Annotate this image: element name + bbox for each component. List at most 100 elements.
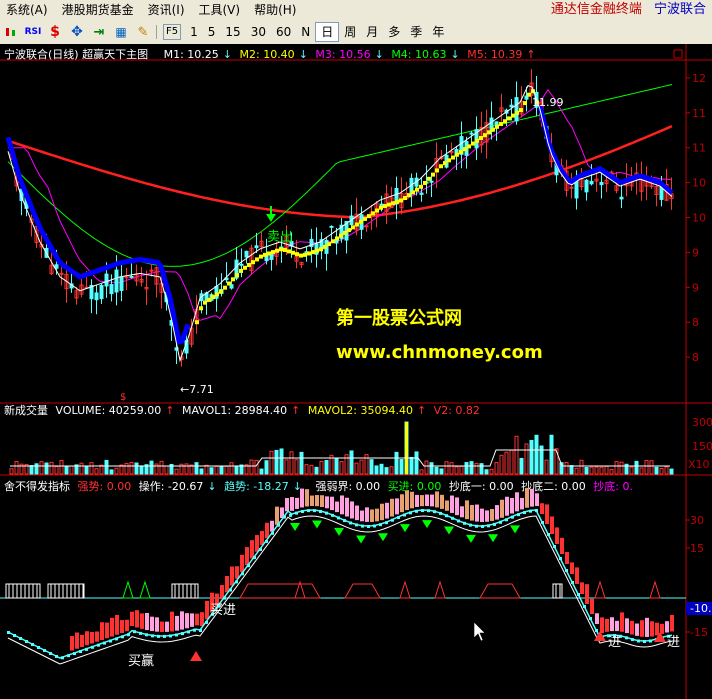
menu-hk-futures[interactable]: 港股期货基金 bbox=[56, 0, 142, 20]
trend-curve-dot bbox=[553, 545, 556, 548]
volume-bar bbox=[409, 456, 414, 475]
indicator-bar bbox=[575, 567, 579, 584]
trend-curve-dot bbox=[289, 513, 292, 517]
indicator-bar bbox=[290, 497, 294, 511]
bottom-signal-box bbox=[552, 583, 563, 599]
indicator-bar bbox=[260, 530, 264, 545]
volume-bar bbox=[129, 462, 134, 475]
period-year[interactable]: 年 bbox=[427, 23, 449, 41]
uptrend-band-block bbox=[211, 295, 215, 300]
candle-body bbox=[59, 272, 64, 275]
indicator-bar bbox=[285, 498, 289, 512]
uptrend-band-block bbox=[235, 273, 239, 278]
volume-bar bbox=[469, 461, 474, 475]
price-axis-label: 9 bbox=[692, 246, 699, 259]
trend-curve-dot bbox=[91, 645, 94, 649]
volume-chart-pane[interactable]: 新成交量 VOLUME: 40259.00 ↑ MAVOL1: 28984.40 ↑… bbox=[0, 404, 712, 476]
calendar-icon[interactable]: ▦ bbox=[113, 24, 129, 40]
uptrend-band-block bbox=[287, 249, 291, 254]
indicator-bar bbox=[125, 619, 129, 632]
indicator-bar bbox=[225, 575, 229, 593]
indicator-bar bbox=[245, 547, 249, 566]
period-quarter[interactable]: 季 bbox=[405, 23, 427, 41]
period-week[interactable]: 周 bbox=[339, 23, 361, 41]
volume-bar bbox=[484, 469, 489, 475]
brand-stock-name[interactable]: 宁波联合 bbox=[654, 2, 706, 17]
dollar-icon[interactable]: $ bbox=[47, 24, 63, 40]
uptrend-band-block bbox=[239, 268, 243, 273]
uptrend-band-block bbox=[435, 168, 439, 173]
kline-icon[interactable] bbox=[3, 24, 19, 40]
sell-triangle-icon bbox=[400, 524, 410, 533]
indicator-bar bbox=[570, 562, 574, 574]
trend-curve-dot bbox=[265, 539, 268, 543]
indicator-chart-pane[interactable]: 舍不得发指标 强势: 0.00 操作: -20.67 ↓ 趋势: -18.27 ↓ … bbox=[0, 476, 712, 699]
indicator-bar bbox=[645, 617, 649, 637]
volume-bar bbox=[509, 449, 514, 475]
volume-bar bbox=[209, 467, 214, 475]
candle-body bbox=[149, 269, 154, 272]
volume-chart-canvas[interactable]: 300 150 X10 bbox=[0, 404, 712, 476]
uptrend-band-block bbox=[347, 228, 351, 233]
uptrend-band-block bbox=[247, 262, 251, 267]
volume-bar bbox=[669, 468, 674, 475]
trend-curve-dot bbox=[79, 650, 82, 653]
candle-body bbox=[329, 225, 334, 228]
period-day[interactable]: 日 bbox=[315, 22, 340, 42]
period-n[interactable]: N bbox=[296, 23, 315, 41]
uptrend-band-block bbox=[411, 190, 415, 195]
period-5min[interactable]: 5 bbox=[203, 23, 221, 41]
indicator-bar bbox=[275, 506, 279, 525]
price-axis-label: 11 bbox=[692, 142, 706, 155]
exit-icon[interactable]: ⇥ bbox=[91, 24, 107, 40]
trend-curve-dot bbox=[397, 516, 400, 520]
trend-curve-dot bbox=[277, 523, 280, 527]
indicator-bar bbox=[605, 618, 609, 632]
volume-bar bbox=[459, 465, 464, 475]
sell-signal-label: 卖出 bbox=[267, 230, 293, 245]
indicator-bar bbox=[100, 622, 104, 640]
volume-bar bbox=[274, 449, 279, 475]
menu-system[interactable]: 系统(A) bbox=[0, 0, 56, 20]
price-axis-label: 9 bbox=[692, 281, 699, 294]
trend-curve-dot bbox=[205, 620, 208, 624]
buy-win-signal-label: 买赢 bbox=[128, 653, 154, 669]
uptrend-band-block bbox=[463, 147, 467, 152]
indicator-bar bbox=[560, 537, 564, 554]
expand-box-icon bbox=[673, 49, 683, 59]
period-30min[interactable]: 30 bbox=[246, 23, 271, 41]
main-chart-canvas[interactable]: 12 11 11 10 10 9 9 8 8 11.99 ←7.71 卖出 $ 第一股票公式网 www.ch… bbox=[0, 44, 712, 404]
trend-curve-dot bbox=[343, 519, 346, 523]
trend-curve-dot bbox=[319, 509, 322, 513]
period-month[interactable]: 月 bbox=[361, 23, 383, 41]
period-multi[interactable]: 多 bbox=[383, 23, 405, 41]
move-icon[interactable]: ✥ bbox=[69, 24, 85, 40]
trend-curve-dot bbox=[457, 519, 460, 523]
volume-bar bbox=[114, 467, 119, 475]
period-60min[interactable]: 60 bbox=[271, 23, 296, 41]
menu-help[interactable]: 帮助(H) bbox=[248, 0, 304, 20]
indicator-bar bbox=[425, 494, 429, 507]
price-axis-label: 11 bbox=[692, 107, 706, 120]
volume-bar bbox=[439, 468, 444, 475]
period-1min[interactable]: 1 bbox=[185, 23, 203, 41]
candle-body bbox=[589, 180, 594, 185]
indicator-chart-canvas[interactable]: 30 15 -15 -10.5 买进买赢 进 进 bbox=[0, 476, 712, 699]
menu-news[interactable]: 资讯(I) bbox=[142, 0, 193, 20]
uptrend-band-block bbox=[467, 144, 471, 149]
volume-bar bbox=[354, 462, 359, 475]
indicator-bar bbox=[170, 611, 174, 632]
signal-outline-triangle-icon bbox=[434, 580, 446, 599]
main-chart-pane[interactable]: 宁波联合(日线) 超赢天下主图 M1: 10.25 ↓ M2: 10.40 ↓ M3… bbox=[0, 44, 712, 404]
draw-pen-icon[interactable]: ✎ bbox=[135, 24, 151, 40]
f5-button[interactable]: F5 bbox=[163, 24, 182, 40]
period-15min[interactable]: 15 bbox=[220, 23, 245, 41]
volume-bar bbox=[619, 461, 624, 475]
menu-tools[interactable]: 工具(V) bbox=[193, 0, 249, 20]
indicator-bar bbox=[395, 498, 399, 515]
rsi-icon[interactable]: RSI bbox=[25, 24, 42, 40]
volume-bar bbox=[499, 454, 504, 475]
trend-curve-dot bbox=[241, 572, 244, 576]
indicator-scale-label: -15 bbox=[690, 626, 708, 639]
trend-curve-dot bbox=[379, 523, 382, 527]
